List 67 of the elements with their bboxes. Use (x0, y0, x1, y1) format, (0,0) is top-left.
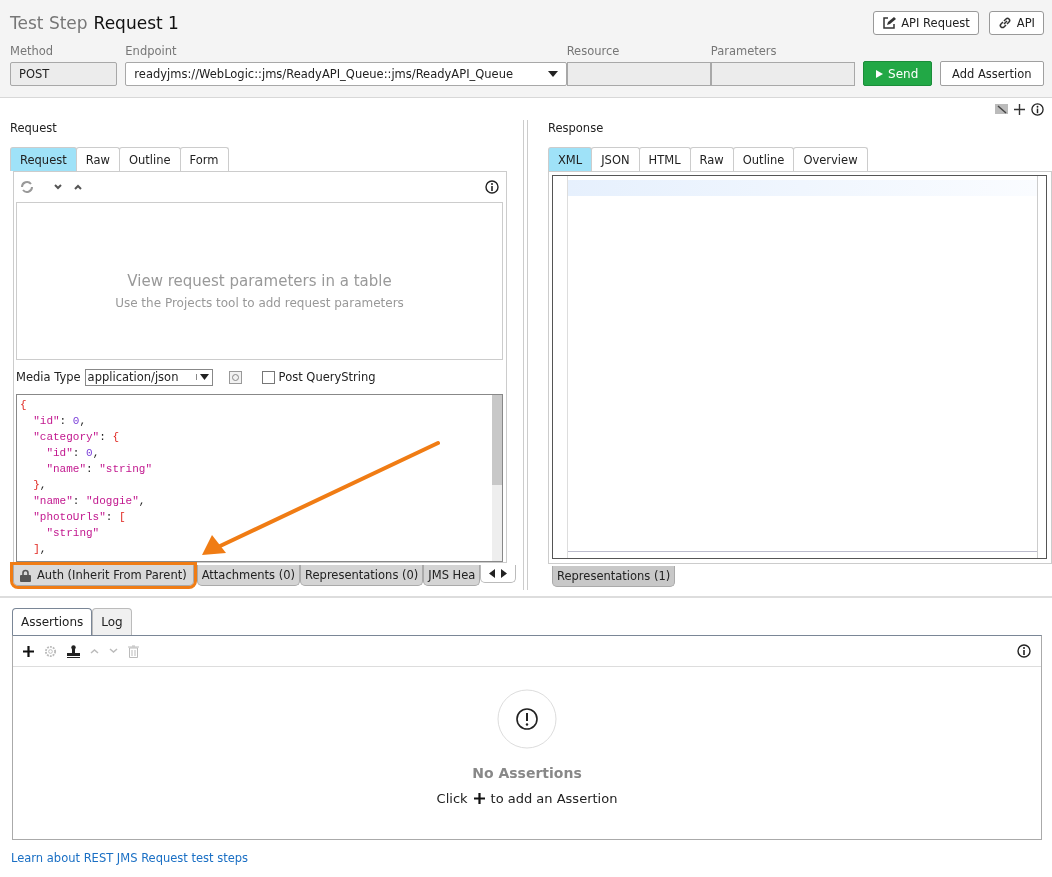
code-line: }, (32, 478, 48, 493)
add-assertion-button[interactable]: Add Assertion (939, 61, 1044, 86)
bottom-tab[interactable]: Auth (Inherit From Parent) (13, 565, 194, 586)
editor-tab[interactable]: Request (10, 147, 77, 171)
scrollbar[interactable] (492, 395, 502, 561)
chevron-up-icon[interactable] (74, 184, 82, 190)
hint-text: Click (436, 791, 468, 806)
caret-icon (547, 71, 558, 77)
media-type-label: Media Type (16, 370, 81, 384)
code-line: "category": { (32, 430, 121, 445)
info-icon[interactable] (485, 180, 499, 194)
empty-state-title: View request parameters in a table (127, 272, 392, 290)
help-link[interactable]: Learn about REST JMS Request test steps (11, 851, 249, 865)
code-line: "name": "doggie", (32, 494, 147, 509)
bottom-tab[interactable]: Attachments (0) (196, 565, 301, 586)
code-line: "name": "string" (45, 462, 154, 477)
panel-title: Request (10, 121, 58, 137)
tab-scroll-buttons[interactable] (480, 565, 517, 583)
step-caption: Test Step (10, 13, 88, 33)
link-icon (997, 16, 1012, 30)
code-line: "id": 0, (45, 446, 101, 461)
info-icon[interactable] (1017, 644, 1031, 658)
media-type-dropdown[interactable]: application/json (84, 368, 213, 386)
empty-state-title: No Assertions (472, 765, 582, 781)
checkbox-label: Post QueryString (278, 370, 376, 384)
exclamation-icon (497, 689, 557, 749)
code-line: { (20, 398, 28, 413)
hint-text: to add an Assertion (490, 791, 618, 806)
info-icon[interactable] (1031, 102, 1044, 116)
plus-icon[interactable] (23, 645, 34, 657)
checkbox[interactable] (261, 370, 275, 384)
plus-icon (473, 793, 485, 804)
plus-icon[interactable] (1014, 103, 1025, 115)
editor-tab[interactable]: XML (548, 147, 593, 171)
field-label: Endpoint (125, 44, 178, 60)
input-field[interactable]: POST (10, 62, 118, 86)
code-line: "string" (45, 526, 101, 541)
stamp-icon[interactable] (67, 644, 80, 658)
bottom-tab[interactable]: JMS Hea (423, 565, 481, 586)
input-field[interactable] (566, 62, 711, 86)
field-label: Resource (566, 44, 621, 60)
code-line: "photoUrls": [ (32, 510, 127, 525)
refresh-icon[interactable] (228, 370, 242, 384)
field-label: Method (10, 44, 55, 60)
header-button[interactable]: API (988, 11, 1044, 35)
input-field[interactable] (710, 62, 855, 86)
empty-state-hint: Use the Projects tool to add request parameters (115, 296, 404, 310)
chevron-down-icon[interactable] (54, 184, 62, 190)
code-line: "id": 0, (32, 414, 88, 429)
field-label: Parameters (710, 44, 778, 60)
editor-tab[interactable]: Form (179, 147, 229, 171)
step-title: Request 1 (93, 13, 179, 33)
caret-icon (195, 374, 212, 380)
header-button[interactable]: API Request (873, 11, 979, 35)
refresh-icon[interactable] (20, 180, 34, 194)
bottom-tab[interactable]: Representations (0) (300, 565, 424, 586)
edit-icon (882, 16, 897, 30)
layout-icon[interactable] (995, 103, 1008, 115)
code-line: ], (32, 542, 48, 557)
assertions-tab[interactable]: Assertions (12, 608, 93, 635)
editor-tab[interactable]: Overview (793, 147, 868, 171)
assertions-tab[interactable]: Log (92, 608, 132, 635)
lock-icon (20, 568, 31, 582)
panel-title: Response (548, 121, 605, 137)
endpoint-dropdown[interactable]: readyjms://WebLogic::jms/ReadyAPI_Queue::jms/ReadyAPI_Queue (125, 62, 567, 86)
play-icon (876, 69, 884, 78)
bottom-tab[interactable]: Representations (1) (552, 566, 676, 587)
